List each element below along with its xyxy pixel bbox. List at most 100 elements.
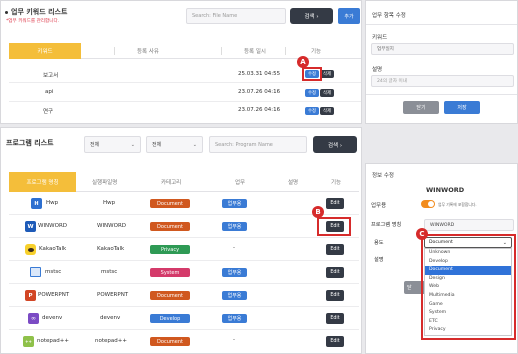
program-row-3-exe: KakaoTalk [97, 246, 125, 252]
edit-desc-input[interactable]: 24의 글자 이내 [371, 75, 514, 87]
keyword-add-button[interactable]: 추가 [338, 8, 360, 24]
edit-footer-divider [366, 94, 517, 95]
work-toggle[interactable] [421, 200, 435, 208]
row-divider [9, 237, 359, 238]
edit-desc-placeholder: 24의 글자 이내 [377, 79, 407, 84]
program-row-3-edit-button[interactable]: Edit [326, 244, 344, 255]
program-filter-1[interactable]: 전체 ⌄ [84, 136, 141, 153]
program-row-1-category: Document [150, 199, 190, 208]
keyword-row-2-keyword: api [45, 89, 54, 95]
program-row-3-desc: - [233, 245, 235, 251]
edit-keyword-input[interactable]: 업무일지 [371, 43, 514, 55]
keyword-row-2-edit-button[interactable]: 수정 [305, 89, 319, 97]
program-row-4-name: mstsc [45, 269, 62, 275]
program-row-6-exe: devenv [100, 315, 121, 321]
visual-studio-icon: ∞ [28, 313, 39, 324]
edit-title-divider [366, 24, 517, 25]
program-search-input[interactable]: Search: Program Name [209, 136, 307, 153]
edit-keyword-value: 업무일지 [377, 47, 394, 52]
header-actions: 기능 [331, 180, 342, 186]
keyword-search-input[interactable]: Search: File Name [186, 8, 286, 24]
keyword-panel-title: 업무 키워드 리스트 [11, 8, 68, 16]
program-row-2-exe: WINWORD [97, 223, 126, 229]
program-filter-2[interactable]: 전체 ⌄ [146, 136, 203, 153]
program-row-3-name: KakaoTalk [39, 246, 67, 252]
edit-close-button[interactable]: 닫기 [403, 101, 439, 114]
program-row-5-edit-button[interactable]: Edit [326, 290, 344, 301]
keyword-row-2-delete-button[interactable]: 삭제 [320, 89, 334, 97]
keyword-row-3-edit-button[interactable]: 수정 [305, 107, 319, 115]
keyword-search-button[interactable]: 검색 › [290, 8, 333, 24]
panel-bullet-icon [5, 11, 8, 14]
keyword-row-1-date: 25.03.31 04:55 [238, 71, 281, 77]
edit-keyword-label: 키워드 [372, 35, 388, 41]
row-divider [9, 260, 359, 261]
program-row-4-category: System [150, 268, 190, 277]
program-row-2-work: 업무용 [222, 222, 247, 231]
program-filter-2-value: 전체 [152, 142, 162, 148]
chevron-down-icon: ⌄ [130, 141, 135, 148]
marker-b: B [312, 206, 324, 218]
program-row-4-exe: mstsc [101, 269, 118, 275]
row-divider [9, 101, 361, 102]
row-divider [9, 329, 359, 330]
keyword-panel: 업무 키워드 리스트 *업무 키워드를 관리합니다. Search: File … [0, 0, 362, 124]
program-panel-title: 프로그램 리스트 [6, 139, 54, 147]
highlight-box-c [421, 234, 516, 340]
info-panel-title: 정보 수정 [372, 173, 394, 179]
program-row-7-edit-button[interactable]: Edit [326, 336, 344, 347]
header-program-name: 프로그램 명칭 [9, 172, 76, 192]
marker-a: A [297, 56, 309, 68]
row-divider [9, 214, 359, 215]
info-name-input[interactable]: WINWORD [424, 219, 514, 231]
keyword-search-placeholder: Search: File Name [192, 13, 238, 19]
program-row-1-work: 업무용 [222, 199, 247, 208]
marker-c: C [416, 228, 428, 240]
program-row-5-category: Document [150, 291, 190, 300]
header-actions: 기능 [311, 49, 322, 55]
keyword-row-3-keyword: 연구 [43, 109, 54, 115]
row-divider [9, 82, 361, 83]
program-row-6-work: 업무용 [222, 314, 247, 323]
word-icon: W [25, 221, 36, 232]
keyword-row-2-date: 23.07.26 04:16 [238, 89, 281, 95]
info-work-label: 업무용 [371, 203, 387, 209]
program-table-header: 프로그램 명칭 실행파일명 카테고리 업무 설명 기능 [9, 172, 359, 192]
info-name-label: 프로그램 명칭 [371, 222, 402, 228]
program-row-6-name: devenv [42, 315, 63, 321]
program-filter-1-value: 전체 [90, 142, 100, 148]
highlight-box-b [317, 217, 351, 236]
program-row-4-edit-button[interactable]: Edit [326, 267, 344, 278]
work-toggle-text: 업무 기록에 포함합니다. [438, 202, 477, 207]
highlight-box-a [302, 67, 322, 81]
header-divider [221, 47, 222, 55]
program-row-2-name: WINWORD [38, 223, 67, 229]
mstsc-icon [30, 267, 41, 277]
keyword-row-1-delete-button[interactable]: 삭제 [320, 70, 334, 78]
program-search-button[interactable]: 검색 › [313, 136, 357, 153]
program-row-1-edit-button[interactable]: Edit [326, 198, 344, 209]
program-row-6-edit-button[interactable]: Edit [326, 313, 344, 324]
powerpoint-icon: P [25, 290, 36, 301]
edit-desc-label: 설명 [372, 67, 383, 73]
header-desc: 설명 [288, 180, 299, 186]
program-row-5-name: POWERPNT [38, 292, 70, 298]
header-divider [285, 47, 286, 55]
info-program-name: WINWORD [426, 186, 465, 194]
row-divider [9, 283, 359, 284]
edit-save-button[interactable]: 저장 [444, 101, 480, 114]
program-row-2-category: Document [150, 222, 190, 231]
program-info-panel: 정보 수정 WINWORD 업무용 업무 기록에 포함합니다. 프로그램 명칭 … [365, 163, 518, 354]
keyword-table-header: 키워드 등록 사유 등록 일시 기능 [9, 43, 361, 59]
program-search-placeholder: Search: Program Name [215, 141, 273, 148]
program-row-7-desc: - [233, 337, 235, 343]
keyword-row-3-date: 23.07.26 04:16 [238, 107, 281, 113]
keyword-row-1-keyword: 보고서 [43, 73, 59, 79]
program-row-7-exe: notepad++ [95, 338, 127, 344]
program-row-3-category: Privacy [150, 245, 190, 254]
keyword-row-3-delete-button[interactable]: 삭제 [320, 107, 334, 115]
info-use-label: 용도 [374, 240, 384, 246]
program-row-7-category: Document [150, 337, 190, 346]
program-row-1-name: Hwp [46, 200, 59, 206]
info-name-value: WINWORD [430, 222, 455, 228]
